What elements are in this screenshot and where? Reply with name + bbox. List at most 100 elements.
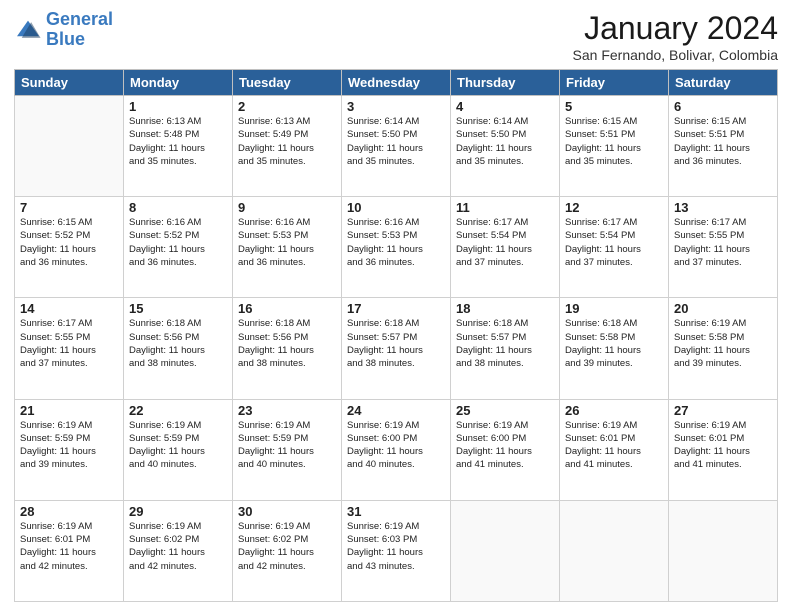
day-cell: 6Sunrise: 6:15 AMSunset: 5:51 PMDaylight…: [669, 96, 778, 197]
header-cell-tuesday: Tuesday: [233, 70, 342, 96]
day-cell: 26Sunrise: 6:19 AMSunset: 6:01 PMDayligh…: [560, 399, 669, 500]
calendar-subtitle: San Fernando, Bolivar, Colombia: [573, 47, 778, 63]
week-row-1: 7Sunrise: 6:15 AMSunset: 5:52 PMDaylight…: [15, 197, 778, 298]
calendar-title: January 2024: [573, 10, 778, 47]
day-info: Sunrise: 6:15 AMSunset: 5:51 PMDaylight:…: [565, 115, 663, 168]
header-cell-monday: Monday: [124, 70, 233, 96]
day-number: 10: [347, 200, 445, 215]
day-cell: [560, 500, 669, 601]
day-info: Sunrise: 6:18 AMSunset: 5:56 PMDaylight:…: [238, 317, 336, 370]
day-number: 28: [20, 504, 118, 519]
week-row-2: 14Sunrise: 6:17 AMSunset: 5:55 PMDayligh…: [15, 298, 778, 399]
header: General Blue January 2024 San Fernando, …: [14, 10, 778, 63]
day-number: 4: [456, 99, 554, 114]
day-cell: 15Sunrise: 6:18 AMSunset: 5:56 PMDayligh…: [124, 298, 233, 399]
day-cell: 14Sunrise: 6:17 AMSunset: 5:55 PMDayligh…: [15, 298, 124, 399]
calendar-table: SundayMondayTuesdayWednesdayThursdayFrid…: [14, 69, 778, 602]
week-row-0: 1Sunrise: 6:13 AMSunset: 5:48 PMDaylight…: [15, 96, 778, 197]
logo-line2: Blue: [46, 29, 85, 49]
day-cell: [669, 500, 778, 601]
day-info: Sunrise: 6:19 AMSunset: 5:59 PMDaylight:…: [238, 419, 336, 472]
day-number: 27: [674, 403, 772, 418]
day-number: 25: [456, 403, 554, 418]
day-info: Sunrise: 6:16 AMSunset: 5:53 PMDaylight:…: [238, 216, 336, 269]
header-cell-friday: Friday: [560, 70, 669, 96]
day-number: 6: [674, 99, 772, 114]
header-cell-saturday: Saturday: [669, 70, 778, 96]
day-info: Sunrise: 6:14 AMSunset: 5:50 PMDaylight:…: [456, 115, 554, 168]
day-number: 31: [347, 504, 445, 519]
day-cell: [15, 96, 124, 197]
day-info: Sunrise: 6:16 AMSunset: 5:53 PMDaylight:…: [347, 216, 445, 269]
header-cell-sunday: Sunday: [15, 70, 124, 96]
day-info: Sunrise: 6:19 AMSunset: 6:03 PMDaylight:…: [347, 520, 445, 573]
day-info: Sunrise: 6:13 AMSunset: 5:49 PMDaylight:…: [238, 115, 336, 168]
day-info: Sunrise: 6:15 AMSunset: 5:52 PMDaylight:…: [20, 216, 118, 269]
day-number: 5: [565, 99, 663, 114]
day-info: Sunrise: 6:17 AMSunset: 5:54 PMDaylight:…: [565, 216, 663, 269]
day-number: 8: [129, 200, 227, 215]
day-info: Sunrise: 6:18 AMSunset: 5:57 PMDaylight:…: [456, 317, 554, 370]
day-number: 30: [238, 504, 336, 519]
day-info: Sunrise: 6:18 AMSunset: 5:58 PMDaylight:…: [565, 317, 663, 370]
day-info: Sunrise: 6:13 AMSunset: 5:48 PMDaylight:…: [129, 115, 227, 168]
day-info: Sunrise: 6:17 AMSunset: 5:54 PMDaylight:…: [456, 216, 554, 269]
logo-line1: General: [46, 9, 113, 29]
logo-text: General Blue: [46, 10, 113, 50]
day-number: 18: [456, 301, 554, 316]
day-info: Sunrise: 6:19 AMSunset: 6:00 PMDaylight:…: [456, 419, 554, 472]
day-number: 3: [347, 99, 445, 114]
day-cell: 25Sunrise: 6:19 AMSunset: 6:00 PMDayligh…: [451, 399, 560, 500]
day-cell: 21Sunrise: 6:19 AMSunset: 5:59 PMDayligh…: [15, 399, 124, 500]
day-number: 7: [20, 200, 118, 215]
day-cell: 5Sunrise: 6:15 AMSunset: 5:51 PMDaylight…: [560, 96, 669, 197]
day-number: 22: [129, 403, 227, 418]
day-number: 13: [674, 200, 772, 215]
day-cell: 16Sunrise: 6:18 AMSunset: 5:56 PMDayligh…: [233, 298, 342, 399]
day-number: 12: [565, 200, 663, 215]
day-cell: 3Sunrise: 6:14 AMSunset: 5:50 PMDaylight…: [342, 96, 451, 197]
day-number: 17: [347, 301, 445, 316]
day-cell: 24Sunrise: 6:19 AMSunset: 6:00 PMDayligh…: [342, 399, 451, 500]
day-info: Sunrise: 6:19 AMSunset: 6:01 PMDaylight:…: [674, 419, 772, 472]
day-cell: 22Sunrise: 6:19 AMSunset: 5:59 PMDayligh…: [124, 399, 233, 500]
day-info: Sunrise: 6:19 AMSunset: 5:58 PMDaylight:…: [674, 317, 772, 370]
day-cell: 9Sunrise: 6:16 AMSunset: 5:53 PMDaylight…: [233, 197, 342, 298]
title-block: January 2024 San Fernando, Bolivar, Colo…: [573, 10, 778, 63]
logo-icon: [14, 19, 42, 41]
day-number: 29: [129, 504, 227, 519]
day-cell: 8Sunrise: 6:16 AMSunset: 5:52 PMDaylight…: [124, 197, 233, 298]
day-number: 15: [129, 301, 227, 316]
day-cell: 23Sunrise: 6:19 AMSunset: 5:59 PMDayligh…: [233, 399, 342, 500]
day-info: Sunrise: 6:19 AMSunset: 6:01 PMDaylight:…: [20, 520, 118, 573]
day-info: Sunrise: 6:14 AMSunset: 5:50 PMDaylight:…: [347, 115, 445, 168]
day-cell: 4Sunrise: 6:14 AMSunset: 5:50 PMDaylight…: [451, 96, 560, 197]
day-info: Sunrise: 6:19 AMSunset: 6:00 PMDaylight:…: [347, 419, 445, 472]
day-info: Sunrise: 6:18 AMSunset: 5:57 PMDaylight:…: [347, 317, 445, 370]
week-row-3: 21Sunrise: 6:19 AMSunset: 5:59 PMDayligh…: [15, 399, 778, 500]
day-cell: 10Sunrise: 6:16 AMSunset: 5:53 PMDayligh…: [342, 197, 451, 298]
header-cell-thursday: Thursday: [451, 70, 560, 96]
day-info: Sunrise: 6:19 AMSunset: 6:02 PMDaylight:…: [238, 520, 336, 573]
day-number: 2: [238, 99, 336, 114]
day-info: Sunrise: 6:17 AMSunset: 5:55 PMDaylight:…: [674, 216, 772, 269]
day-cell: 18Sunrise: 6:18 AMSunset: 5:57 PMDayligh…: [451, 298, 560, 399]
day-info: Sunrise: 6:15 AMSunset: 5:51 PMDaylight:…: [674, 115, 772, 168]
header-cell-wednesday: Wednesday: [342, 70, 451, 96]
day-cell: 17Sunrise: 6:18 AMSunset: 5:57 PMDayligh…: [342, 298, 451, 399]
calendar-header-row: SundayMondayTuesdayWednesdayThursdayFrid…: [15, 70, 778, 96]
day-number: 20: [674, 301, 772, 316]
day-cell: 31Sunrise: 6:19 AMSunset: 6:03 PMDayligh…: [342, 500, 451, 601]
day-cell: 27Sunrise: 6:19 AMSunset: 6:01 PMDayligh…: [669, 399, 778, 500]
day-cell: 12Sunrise: 6:17 AMSunset: 5:54 PMDayligh…: [560, 197, 669, 298]
day-cell: 28Sunrise: 6:19 AMSunset: 6:01 PMDayligh…: [15, 500, 124, 601]
day-number: 23: [238, 403, 336, 418]
day-cell: 19Sunrise: 6:18 AMSunset: 5:58 PMDayligh…: [560, 298, 669, 399]
day-info: Sunrise: 6:19 AMSunset: 5:59 PMDaylight:…: [129, 419, 227, 472]
day-number: 16: [238, 301, 336, 316]
day-cell: 20Sunrise: 6:19 AMSunset: 5:58 PMDayligh…: [669, 298, 778, 399]
day-number: 19: [565, 301, 663, 316]
day-cell: [451, 500, 560, 601]
day-info: Sunrise: 6:16 AMSunset: 5:52 PMDaylight:…: [129, 216, 227, 269]
day-number: 14: [20, 301, 118, 316]
